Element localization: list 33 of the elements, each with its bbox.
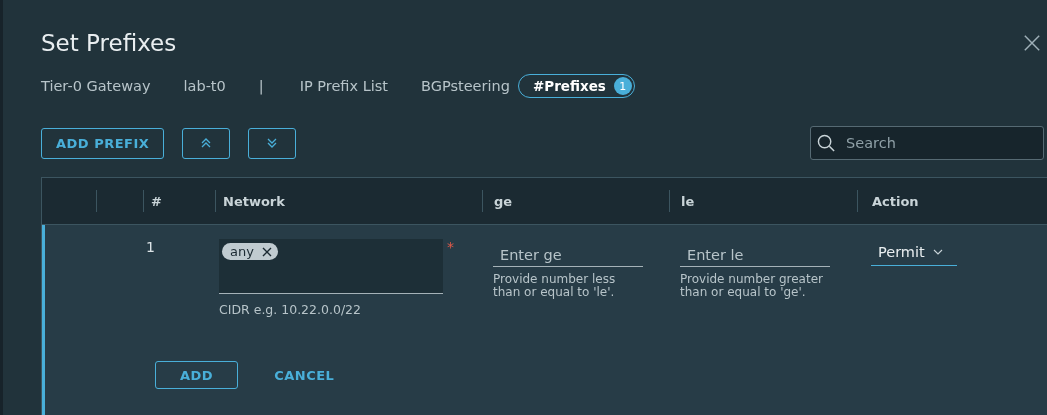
- breadcrumb-item: BGPsteering: [421, 78, 510, 94]
- move-down-button[interactable]: [248, 127, 297, 159]
- dialog-title: Set Prefixes: [41, 30, 177, 56]
- search-field[interactable]: Search: [810, 126, 1044, 160]
- add-prefix-button[interactable]: ADD PREFIX: [41, 127, 165, 159]
- ge-hint: Provide number less than or equal to 'le'.: [493, 273, 617, 299]
- column-header: ge: [494, 193, 513, 209]
- count-badge: 1: [613, 77, 632, 95]
- required-mark: *: [447, 239, 454, 255]
- column-header: le: [681, 193, 695, 209]
- tag-label: any: [230, 244, 254, 259]
- cancel-button[interactable]: CANCEL: [256, 361, 353, 389]
- action-select[interactable]: Permit: [871, 239, 957, 266]
- ge-field[interactable]: Enter ge: [493, 239, 643, 267]
- breadcrumb-item: |: [258, 78, 264, 94]
- le-hint: Provide number greater than or equal to 'ge'.: [680, 273, 824, 299]
- breadcrumb-item: lab-t0: [183, 78, 226, 94]
- add-button[interactable]: ADD: [155, 361, 239, 389]
- close-icon[interactable]: [1023, 34, 1041, 52]
- remove-icon[interactable]: [261, 246, 272, 257]
- row-number: 1: [146, 239, 155, 255]
- column-header: Action: [872, 193, 919, 209]
- column-header: Network: [223, 193, 285, 209]
- breadcrumb-item: Tier-0 Gateway: [41, 78, 151, 94]
- column-header: #: [151, 193, 162, 209]
- le-field[interactable]: Enter le: [680, 239, 830, 267]
- breadcrumb-item: IP Prefix List: [299, 78, 389, 94]
- double-chevron-down-icon: [266, 137, 279, 149]
- move-up-button[interactable]: [182, 127, 231, 159]
- network-hint: CIDR e.g. 10.22.0.0/22: [219, 302, 362, 317]
- double-chevron-up-icon: [200, 137, 213, 149]
- network-field[interactable]: any: [219, 239, 443, 294]
- chevron-down-icon: [932, 249, 943, 255]
